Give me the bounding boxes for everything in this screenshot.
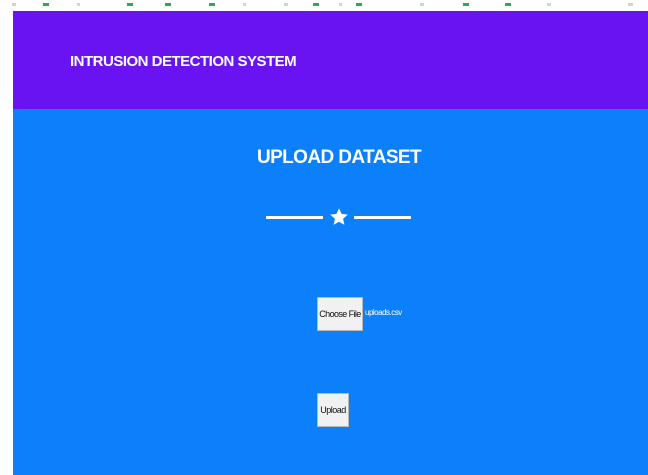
upload-section: UPLOAD DATASET Choose File uploads.csv U… (13, 109, 648, 475)
brand-title[interactable]: INTRUSION DETECTION SYSTEM (70, 53, 297, 70)
choose-file-button[interactable]: Choose File (317, 297, 363, 331)
navbar: INTRUSION DETECTION SYSTEM (13, 11, 648, 109)
selected-file-name: uploads.csv (365, 308, 402, 317)
upload-button[interactable]: Upload (317, 393, 349, 427)
browser-toolbar-strip (0, 0, 648, 11)
divider-line-right (354, 216, 411, 219)
star-divider (266, 206, 411, 230)
page-title: UPLOAD DATASET (256, 147, 422, 168)
divider-line-left (266, 216, 323, 219)
star-icon (330, 208, 348, 225)
